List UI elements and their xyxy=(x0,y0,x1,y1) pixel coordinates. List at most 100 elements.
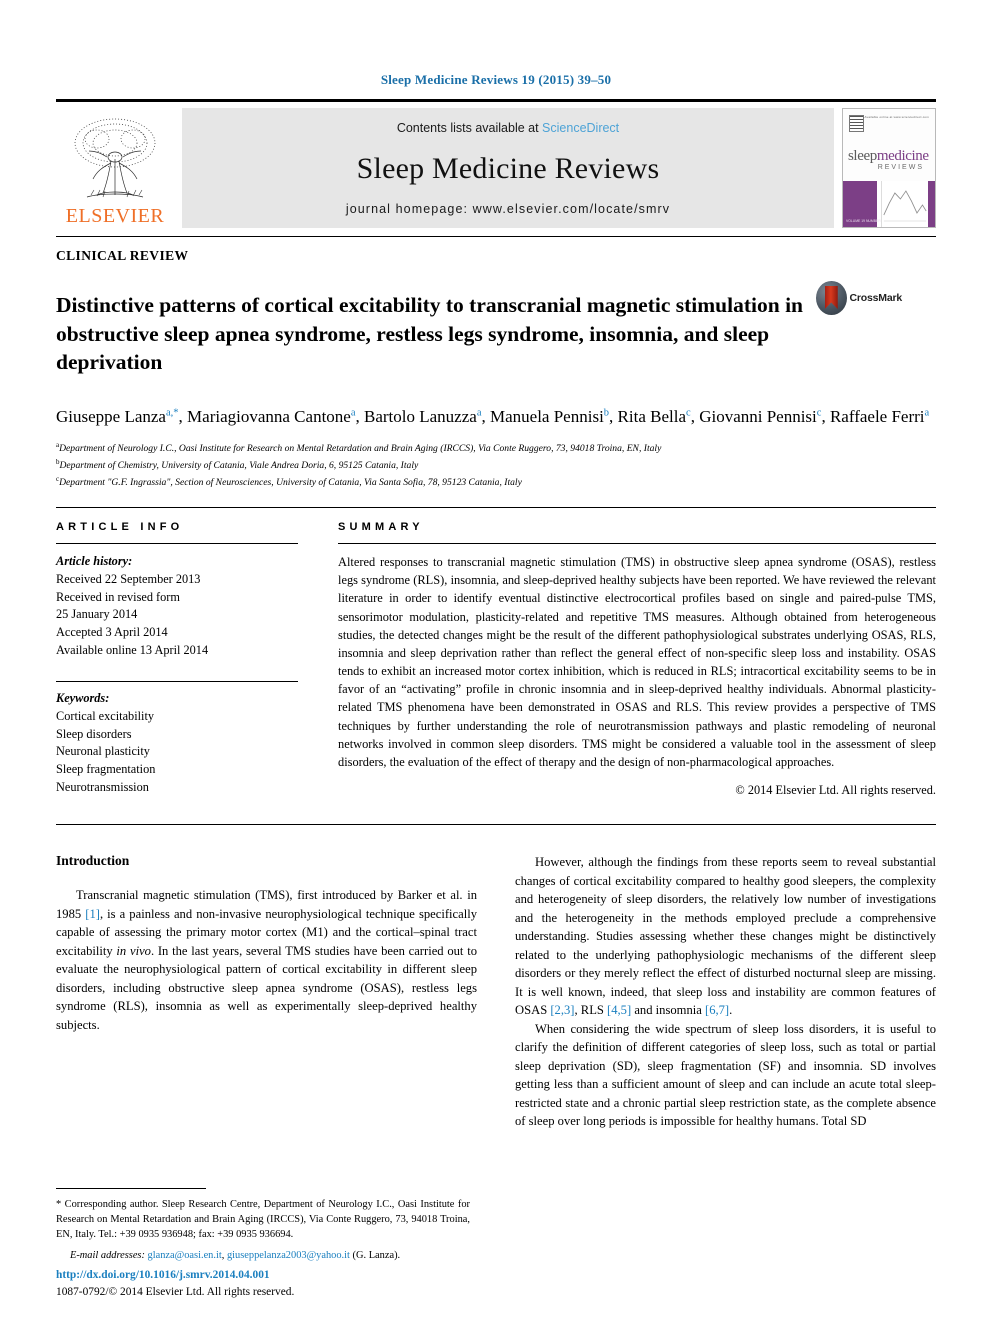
author-affiliation-marker: b xyxy=(603,407,610,419)
elsevier-logo: ELSEVIER xyxy=(56,108,174,228)
affiliation-item: cDepartment "G.F. Ingrassia", Section of… xyxy=(56,474,522,488)
footnote-rule xyxy=(56,1187,206,1189)
affiliation-item: aDepartment of Neurology I.C., Oasi Inst… xyxy=(56,441,662,455)
article-title: Distinctive patterns of cortical excitab… xyxy=(56,293,804,374)
author-name[interactable]: Bartolo Lanuzza xyxy=(364,407,477,426)
article-history-item: Accepted 3 April 2014 xyxy=(56,624,168,639)
article-history-item: Received in revised form xyxy=(56,589,180,604)
sciencedirect-link[interactable]: ScienceDirect xyxy=(542,121,619,135)
journal-title: Sleep Medicine Reviews xyxy=(356,151,660,185)
author-name[interactable]: Mariagiovanna Cantone xyxy=(187,407,351,426)
article-history-item: 25 January 2014 xyxy=(56,607,138,622)
affiliation-marker: b xyxy=(56,457,60,466)
masthead-top-rule xyxy=(56,99,936,102)
keyword-item: Neuronal plasticity xyxy=(56,744,150,759)
keyword-item: Sleep fragmentation xyxy=(56,762,156,777)
doi-link[interactable]: http://dx.doi.org/10.1016/j.smrv.2014.04… xyxy=(56,1267,294,1284)
crossmark-badge[interactable]: CrossMark xyxy=(816,281,902,315)
cover-elsevier-icon xyxy=(849,115,864,132)
contents-prefix: Contents lists available at xyxy=(396,121,543,135)
cover-top-bar: Available online at www.sciencedirect.co… xyxy=(849,115,929,132)
running-head: Sleep Medicine Reviews 19 (2015) 39–50 xyxy=(380,72,612,87)
journal-cover-thumbnail: Available online at www.sciencedirect.co… xyxy=(842,108,936,228)
right-paragraph-2: When considering the wide spectrum of sl… xyxy=(515,1021,936,1129)
cover-waveform-graphic xyxy=(881,181,928,227)
cover-title: sleepmedicine REVIEWS xyxy=(848,147,930,171)
keyword-item: Sleep disorders xyxy=(56,726,132,741)
author-affiliation-marker: c xyxy=(686,407,691,419)
footnote-block: * Corresponding author. Sleep Research C… xyxy=(56,1187,470,1263)
article-first-page: Sleep Medicine Reviews 19 (2015) 39–50 E… xyxy=(0,0,992,1323)
masthead-center-panel: Contents lists available at ScienceDirec… xyxy=(182,108,834,228)
email-link-primary[interactable]: glanza@oasi.en.it xyxy=(148,1250,222,1261)
right-p1-part-c: and insomnia xyxy=(631,1003,705,1018)
journal-masthead: ELSEVIER Contents lists available at Sci… xyxy=(56,108,936,228)
author-name[interactable]: Giuseppe Lanza xyxy=(56,407,166,426)
summary-rule xyxy=(338,543,936,545)
email-suffix: (G. Lanza). xyxy=(352,1249,401,1261)
article-history-item: Received 22 September 2013 xyxy=(56,571,201,586)
intro-p1-italic: in vivo xyxy=(116,943,151,958)
body-column-left: Introduction Transcranial magnetic stimu… xyxy=(56,853,477,1131)
intro-paragraph-1: Transcranial magnetic stimulation (TMS),… xyxy=(56,886,477,1034)
reference-link-2-3[interactable]: [2,3] xyxy=(550,1003,574,1017)
article-history-label: Article history: xyxy=(56,554,133,569)
title-row: Distinctive patterns of cortical excitab… xyxy=(56,277,936,390)
cover-purple-block-right xyxy=(928,181,935,227)
author-affiliation-marker: c xyxy=(816,407,822,419)
cover-bottom-band: VOLUME 19 NUMBER 1 FEBRUARY 2015 xyxy=(843,181,935,227)
cover-masthead-tiny: Available online at www.sciencedirect.co… xyxy=(864,115,929,119)
summary-label: SUMMARY xyxy=(338,521,424,534)
summary-copyright: © 2014 Elsevier Ltd. All rights reserved… xyxy=(735,783,936,798)
author-affiliation-marker: a xyxy=(476,407,482,419)
author-name[interactable]: Raffaele Ferri xyxy=(830,407,925,426)
right-p1-part-b: , RLS xyxy=(574,1003,608,1018)
keyword-item: Cortical excitability xyxy=(56,709,155,724)
affiliation-marker: a xyxy=(56,441,60,450)
journal-homepage-link[interactable]: journal homepage: www.elsevier.com/locat… xyxy=(346,202,670,216)
info-summary-grid: ARTICLE INFO Article history: Received 2… xyxy=(56,521,936,798)
keyword-item: Neurotransmission xyxy=(56,779,149,794)
affiliation-list: aDepartment of Neurology I.C., Oasi Inst… xyxy=(56,440,936,490)
author-name[interactable]: Giovanni Pennisi xyxy=(699,407,817,426)
article-info-column: ARTICLE INFO Article history: Received 2… xyxy=(56,521,298,798)
author-affiliation-marker: a,* xyxy=(165,407,179,419)
reference-link-4-5[interactable]: [4,5] xyxy=(607,1003,631,1017)
cover-word-medicine: medicine xyxy=(876,148,929,164)
article-type-kicker: CLINICAL REVIEW xyxy=(56,248,189,263)
elsevier-tree-icon xyxy=(74,118,156,198)
summary-bottom-rule xyxy=(56,824,936,826)
reference-link-1[interactable]: [1] xyxy=(85,907,100,921)
issn-copyright-line: 1087-0792/© 2014 Elsevier Ltd. All right… xyxy=(56,1285,295,1298)
crossmark-label: CrossMark xyxy=(849,292,903,304)
elsevier-wordmark: ELSEVIER xyxy=(65,205,165,227)
summary-column: SUMMARY Altered responses to transcrania… xyxy=(338,521,936,798)
author-name[interactable]: Manuela Pennisi xyxy=(490,407,604,426)
affiliation-item: bDepartment of Chemistry, University of … xyxy=(56,457,419,472)
reference-link-6-7[interactable]: [6,7] xyxy=(705,1003,729,1017)
body-columns: Introduction Transcranial magnetic stimu… xyxy=(56,853,936,1131)
keywords-block: Keywords: Cortical excitability Sleep dis… xyxy=(56,690,298,796)
author-list: Giuseppe Lanzaa,*, Mariagiovanna Cantone… xyxy=(56,407,930,427)
article-info-rule xyxy=(56,543,298,545)
email-label: E-mail addresses: xyxy=(70,1249,145,1261)
article-history-item: Available online 13 April 2014 xyxy=(56,642,209,657)
article-history-block: Article history: Received 22 September 2… xyxy=(56,553,298,659)
affiliation-marker: c xyxy=(56,474,60,483)
introduction-heading: Introduction xyxy=(56,853,130,869)
waveform-icon xyxy=(883,190,927,222)
info-top-rule xyxy=(56,507,936,509)
right-paragraph-1: However, although the findings from thes… xyxy=(515,853,936,1020)
email-link-secondary[interactable]: giuseppelanza2003@yahoo.it xyxy=(227,1250,350,1261)
crossmark-icon xyxy=(816,281,847,315)
right-p1-part-d: . xyxy=(729,1003,733,1018)
author-affiliation-marker: a xyxy=(924,407,930,419)
author-name[interactable]: Rita Bella xyxy=(618,407,686,426)
right-p1-part-a: However, although the findings from thes… xyxy=(515,855,936,1018)
keywords-rule xyxy=(56,681,298,683)
doi-block: http://dx.doi.org/10.1016/j.smrv.2014.04… xyxy=(56,1267,294,1301)
cover-word-sleep: sleep xyxy=(848,148,877,164)
keywords-label: Keywords: xyxy=(56,691,110,706)
author-affiliation-marker: a xyxy=(350,407,356,419)
body-column-right: However, although the findings from thes… xyxy=(515,853,936,1131)
